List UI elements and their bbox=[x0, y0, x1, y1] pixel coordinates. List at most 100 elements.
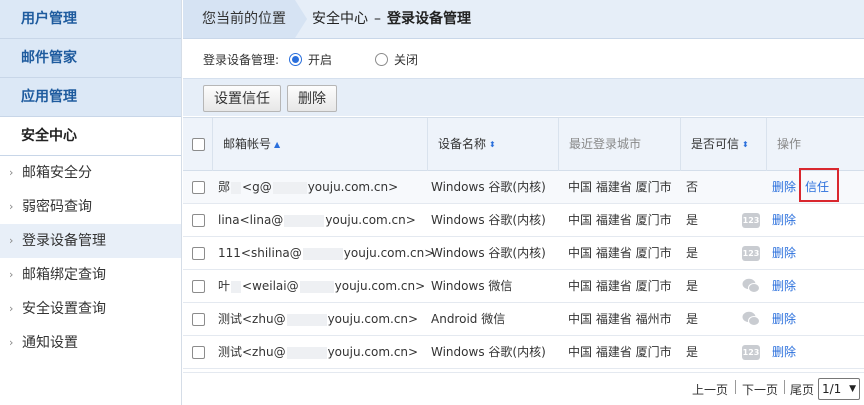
sidebar-subitem-label: 安全设置查询 bbox=[22, 301, 106, 317]
sort-toggle-icon[interactable]: ⬍ bbox=[489, 118, 496, 171]
row-checkbox[interactable] bbox=[192, 313, 205, 326]
trusted-cell: 否 bbox=[686, 180, 699, 194]
email-text: 叶 bbox=[218, 279, 231, 293]
row-checkbox[interactable] bbox=[192, 280, 205, 293]
trusted-cell: 是 bbox=[686, 345, 699, 359]
device-cell: Windows 谷歌(内核) bbox=[431, 246, 546, 260]
city-cell: 中国 福建省 厦门市 bbox=[568, 279, 672, 293]
chevron-right-icon: › bbox=[9, 166, 14, 179]
email-text: 测试<zhu@ bbox=[218, 312, 286, 326]
numeric-code-icon: 123 bbox=[742, 246, 760, 261]
sort-toggle-icon[interactable]: ⬍ bbox=[742, 118, 749, 171]
email-cell: lina<lina@ youju.com.cn> bbox=[218, 204, 416, 237]
sidebar: 用户管理 邮件管家 应用管理 安全中心 › 邮箱安全分 › 弱密码查询 › 登录设备管… bbox=[0, 0, 182, 405]
pager-divider bbox=[735, 380, 736, 394]
page-title: 登录设备管理 bbox=[387, 11, 471, 27]
sidebar-subitem-label: 通知设置 bbox=[22, 335, 78, 351]
breadcrumb-path: 安全中心 – 登录设备管理 bbox=[312, 0, 471, 38]
sidebar-item-mail-manager[interactable]: 邮件管家 bbox=[0, 39, 181, 78]
page-select[interactable]: 1/1 ▼ bbox=[818, 378, 860, 400]
column-header-device[interactable]: 设备名称 ⬍ bbox=[427, 118, 558, 171]
chevron-right-icon: › bbox=[9, 336, 14, 349]
row-delete-link[interactable]: 删除 bbox=[772, 237, 796, 270]
column-header-device-label: 设备名称 bbox=[438, 137, 487, 151]
table-header: 邮箱帐号 ▲ 设备名称 ⬍ 最近登录城市 是否可信 ⬍ 操作 bbox=[183, 117, 864, 171]
table-row: 测试<zhu@ youju.com.cn> Windows 谷歌(内核) 中国 福… bbox=[183, 336, 864, 369]
sidebar-subitem-label: 弱密码查询 bbox=[22, 199, 92, 215]
sort-asc-icon[interactable]: ▲ bbox=[274, 118, 280, 171]
sidebar-subitem-security-settings-query[interactable]: › 安全设置查询 bbox=[0, 292, 181, 326]
redacted-block bbox=[272, 181, 307, 194]
email-text: youju.com.cn> bbox=[334, 279, 426, 293]
sidebar-subitem-mailbox-binding-query[interactable]: › 邮箱绑定查询 bbox=[0, 258, 181, 292]
redacted-block bbox=[231, 181, 242, 194]
trusted-cell: 是 bbox=[686, 213, 699, 227]
email-cell: 测试<zhu@ youju.com.cn> bbox=[218, 336, 418, 369]
email-text: youju.com.cn> bbox=[343, 246, 435, 260]
email-text: youju.com.cn> bbox=[325, 213, 416, 227]
sidebar-item-app-management[interactable]: 应用管理 bbox=[0, 78, 181, 117]
email-text: lina<lina@ bbox=[218, 213, 284, 227]
numeric-code-icon: 123 bbox=[742, 345, 760, 360]
redacted-block bbox=[286, 346, 327, 359]
sidebar-subitem-weak-password-query[interactable]: › 弱密码查询 bbox=[0, 190, 181, 224]
email-cell: 111<shilina@ youju.com.cn> bbox=[218, 237, 434, 270]
email-text: youju.com.cn> bbox=[307, 180, 399, 194]
row-checkbox[interactable] bbox=[192, 214, 205, 227]
row-checkbox[interactable] bbox=[192, 346, 205, 359]
sidebar-subitem-login-device-management[interactable]: › 登录设备管理 bbox=[0, 224, 181, 258]
row-delete-link[interactable]: 删除 bbox=[772, 204, 796, 237]
row-checkbox[interactable] bbox=[192, 181, 205, 194]
column-header-city: 最近登录城市 bbox=[558, 118, 680, 171]
last-page-link[interactable]: 尾页 bbox=[790, 381, 814, 398]
radio-selected-icon[interactable] bbox=[289, 53, 302, 66]
row-delete-link[interactable]: 删除 bbox=[772, 171, 796, 204]
sidebar-item-security-center[interactable]: 安全中心 bbox=[0, 117, 181, 156]
redacted-block bbox=[231, 280, 242, 293]
column-header-email[interactable]: 邮箱帐号 ▲ bbox=[212, 118, 427, 171]
next-page-link[interactable]: 下一页 bbox=[742, 381, 778, 398]
wechat-icon bbox=[742, 311, 760, 326]
row-delete-link[interactable]: 删除 bbox=[772, 270, 796, 303]
set-trust-button[interactable]: 设置信任 bbox=[203, 85, 281, 112]
row-delete-link[interactable]: 删除 bbox=[772, 336, 796, 369]
redacted-block bbox=[299, 280, 334, 293]
column-header-city-label: 最近登录城市 bbox=[569, 137, 642, 151]
email-text: <weilai@ bbox=[242, 279, 299, 293]
redacted-block bbox=[284, 214, 325, 227]
device-table: 邮箱帐号 ▲ 设备名称 ⬍ 最近登录城市 是否可信 ⬍ 操作 郧 <g@ youju.co… bbox=[183, 117, 864, 369]
device-cell: Windows 谷歌(内核) bbox=[431, 345, 546, 359]
email-text: 111<shilina@ bbox=[218, 246, 302, 260]
column-header-trusted[interactable]: 是否可信 ⬍ bbox=[680, 118, 766, 171]
delete-button[interactable]: 删除 bbox=[287, 85, 337, 112]
email-cell: 叶 <weilai@ youju.com.cn> bbox=[218, 270, 425, 303]
email-text: youju.com.cn> bbox=[327, 312, 419, 326]
row-trust-link[interactable]: 信任 bbox=[805, 171, 829, 204]
page-select-value: 1/1 bbox=[822, 382, 842, 396]
prev-page-link[interactable]: 上一页 bbox=[692, 381, 728, 398]
row-checkbox[interactable] bbox=[192, 247, 205, 260]
sidebar-subitem-mailbox-security-score[interactable]: › 邮箱安全分 bbox=[0, 156, 181, 190]
radio-unselected-icon[interactable] bbox=[375, 53, 388, 66]
chevron-right-icon: › bbox=[9, 302, 14, 315]
sidebar-item-user-management[interactable]: 用户管理 bbox=[0, 0, 181, 39]
select-all-checkbox[interactable] bbox=[192, 138, 205, 151]
radio-disable-label: 关闭 bbox=[394, 53, 419, 67]
city-cell: 中国 福建省 福州市 bbox=[568, 312, 672, 326]
city-cell: 中国 福建省 厦门市 bbox=[568, 213, 672, 227]
chevron-right-icon: › bbox=[9, 200, 14, 213]
table-row: 叶 <weilai@ youju.com.cn> Windows 微信 中国 福建省… bbox=[183, 270, 864, 303]
column-header-actions: 操作 bbox=[766, 118, 864, 171]
radio-disable[interactable]: 关闭 bbox=[375, 51, 418, 68]
sidebar-subitem-notification-settings[interactable]: › 通知设置 bbox=[0, 326, 181, 360]
breadcrumb-section[interactable]: 安全中心 bbox=[312, 11, 368, 27]
city-cell: 中国 福建省 厦门市 bbox=[568, 180, 672, 194]
email-text: <g@ bbox=[242, 180, 272, 194]
row-delete-link[interactable]: 删除 bbox=[772, 303, 796, 336]
radio-enable[interactable]: 开启 bbox=[289, 51, 332, 68]
pagination: 上一页 下一页 尾页 1/1 ▼ bbox=[183, 372, 864, 405]
chevron-right-icon: › bbox=[9, 268, 14, 281]
table-row: 测试<zhu@ youju.com.cn> Android 微信 中国 福建省 福… bbox=[183, 303, 864, 336]
email-text: 郧 bbox=[218, 180, 231, 194]
toolbar: 设置信任 删除 bbox=[183, 78, 864, 116]
